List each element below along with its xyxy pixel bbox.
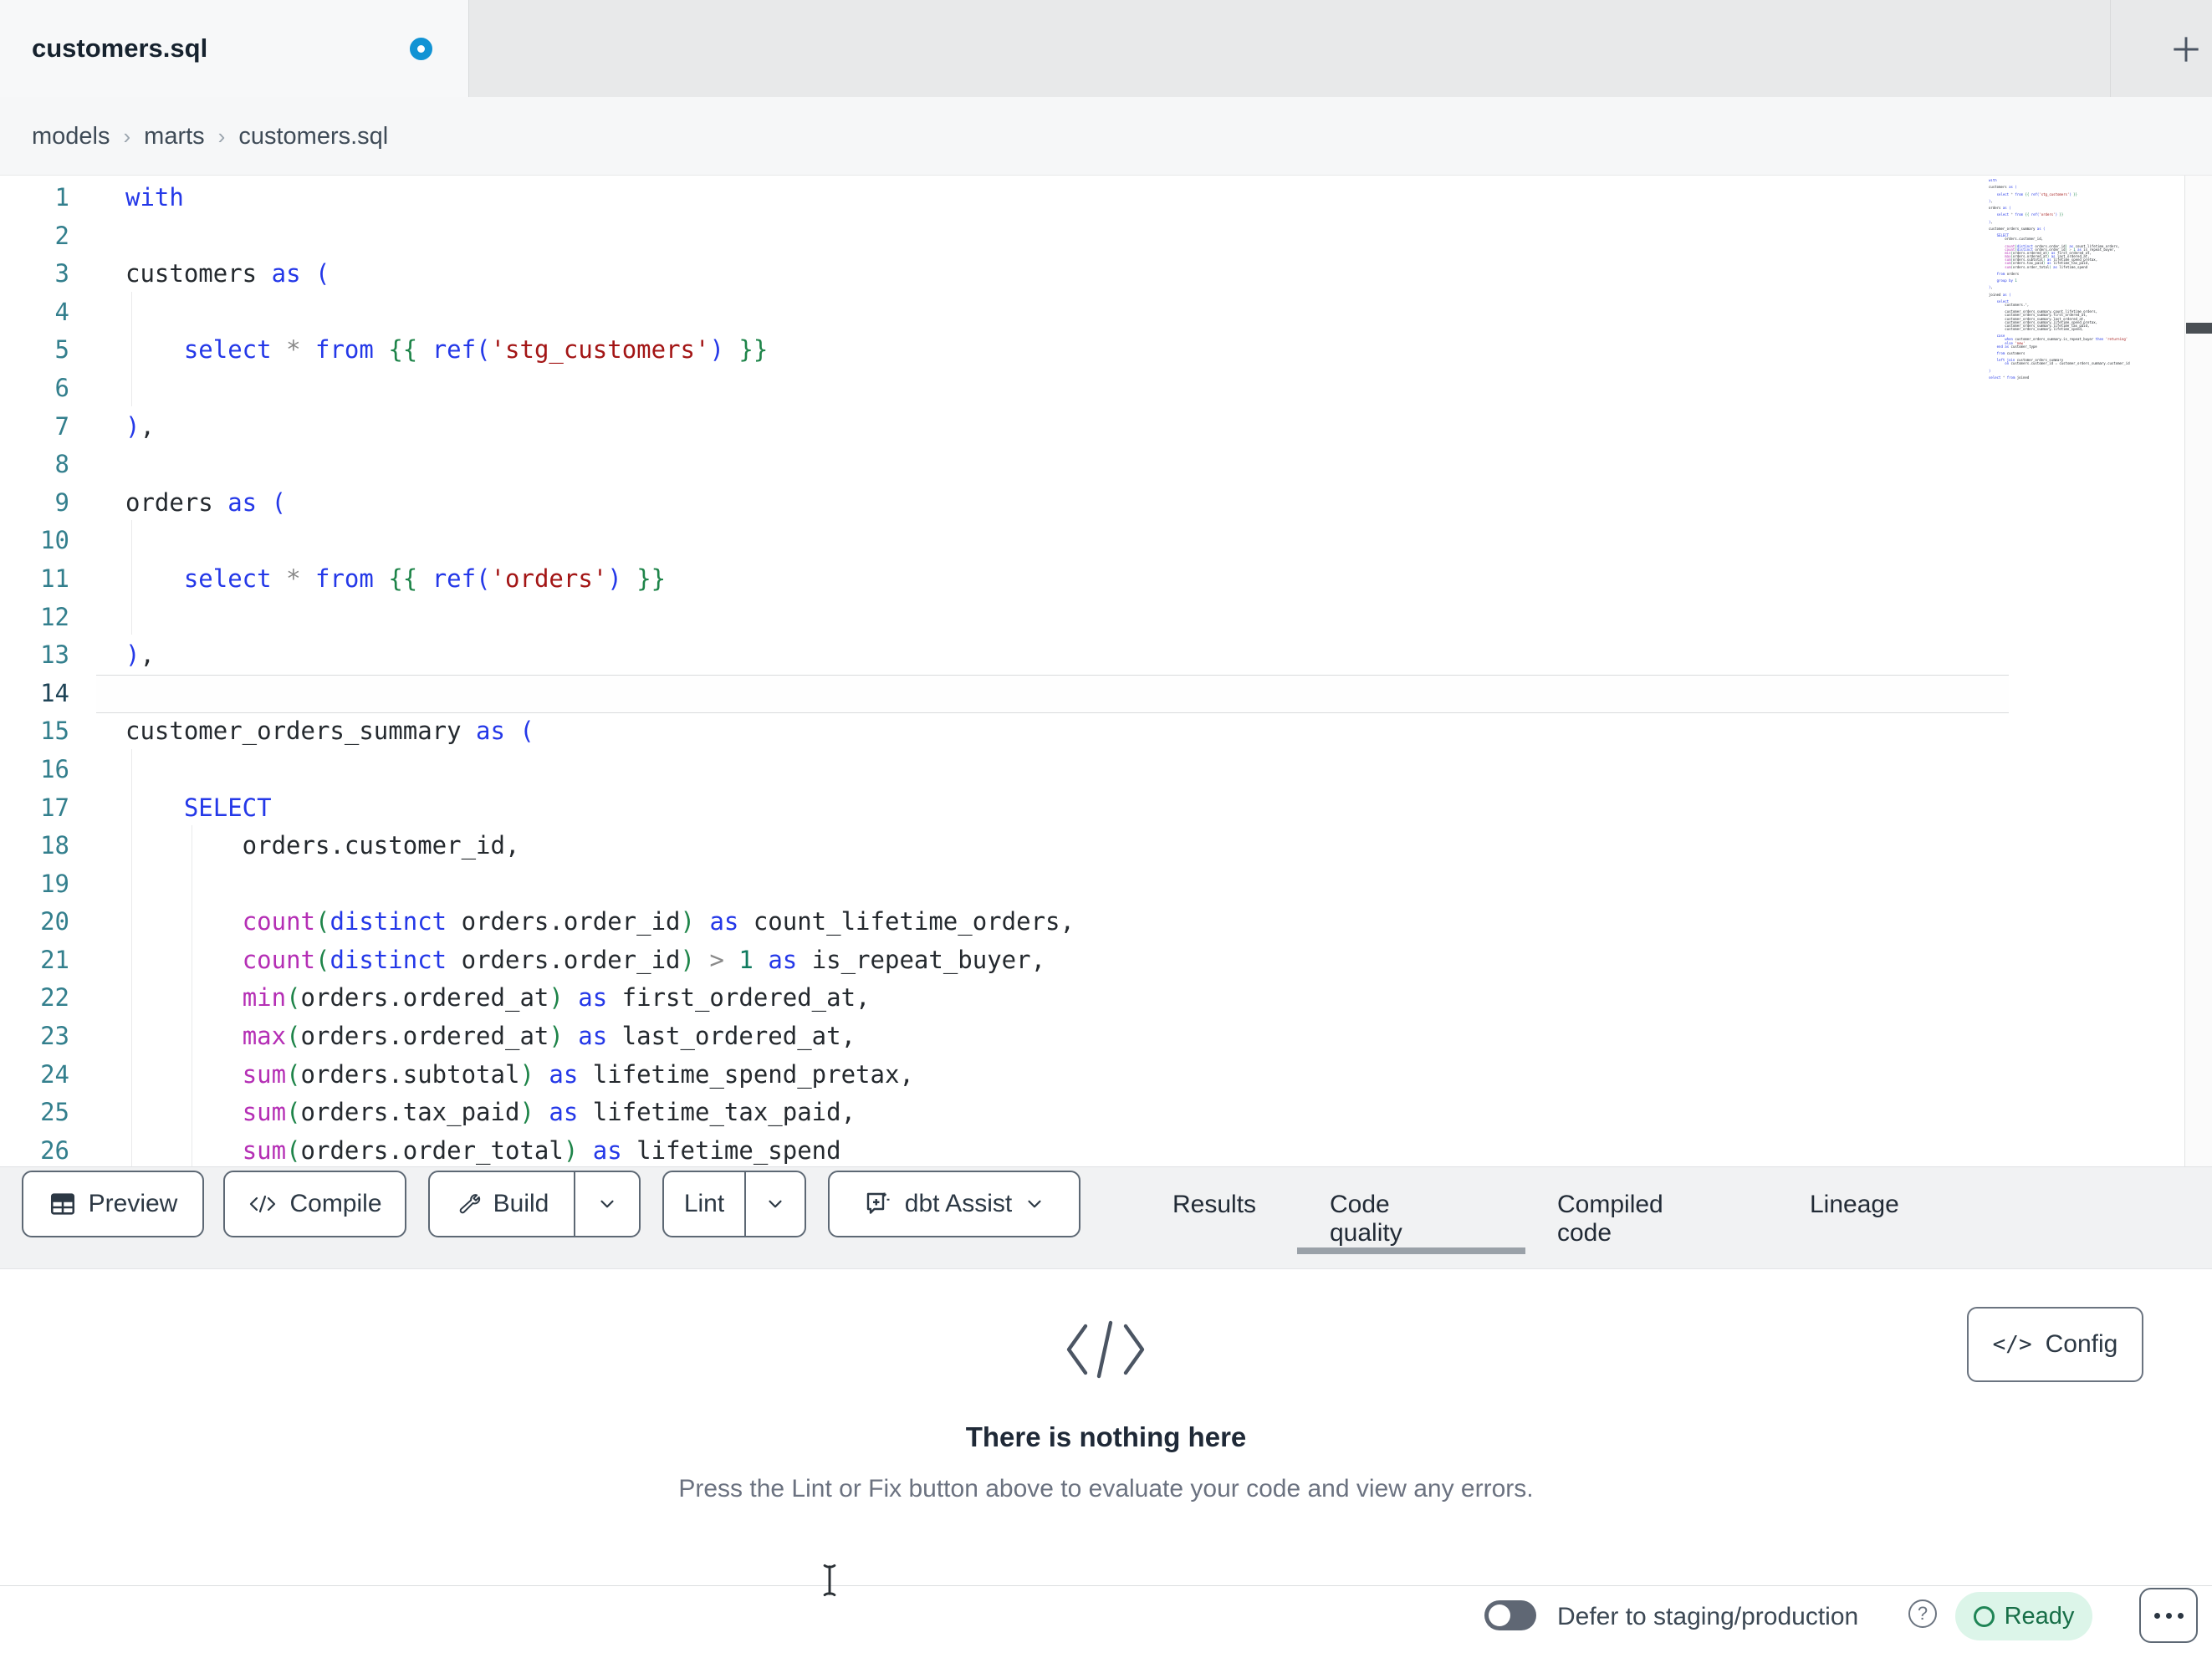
- code-editor[interactable]: 1 2 3 4 5 6 7 8 9 10 11 12 13 14 15 16 17 18 19 20 21 22 23 24 2…: [0, 176, 2212, 1166]
- code-line: with: [125, 183, 184, 212]
- breadcrumb-item-file: customers.sql: [238, 122, 389, 150]
- code-line: min(orders.ordered_at) as first_ordered_…: [242, 983, 871, 1013]
- compile-button[interactable]: Compile: [223, 1171, 406, 1237]
- code-line: count(distinct orders.order_id) > 1 as i…: [242, 945, 1046, 974]
- chevron-down-icon: [600, 1200, 614, 1208]
- code-line: orders as (: [125, 487, 287, 517]
- text-cursor-pointer: [813, 1562, 846, 1603]
- build-label: Build: [493, 1190, 549, 1217]
- tab-lineage[interactable]: Lineage: [1810, 1191, 1899, 1219]
- code-line: customer_orders_summary as (: [125, 717, 534, 746]
- editor-scrollbar[interactable]: [2184, 176, 2212, 1166]
- tab-bar: customers.sql: [0, 0, 2212, 97]
- code-line: sum(orders.subtotal) as lifetime_spend_p…: [242, 1059, 914, 1089]
- active-tab-underline: [1297, 1247, 1525, 1254]
- defer-toggle[interactable]: [1484, 1600, 1536, 1630]
- gutter: 1 2 3 4 5 6 7 8 9 10 11 12 13 14 15 16 17 18 19 20 21 22 23 24 2…: [40, 183, 69, 1165]
- help-glyph: ?: [1917, 1603, 1928, 1624]
- tab-customers-sql[interactable]: customers.sql: [0, 0, 469, 97]
- code-icon: [250, 1195, 276, 1213]
- code-line: sum(orders.order_total) as lifetime_spen…: [242, 1135, 841, 1165]
- code-icon: </>: [1992, 1332, 2032, 1357]
- code-line: select * from {{ ref('orders') }}: [183, 564, 667, 593]
- code-lines: with customers as ( select * from {{ ref(…: [125, 179, 1075, 1166]
- config-label: Config: [2045, 1330, 2118, 1358]
- lint-dropdown-button[interactable]: [746, 1193, 805, 1215]
- code-line: count(distinct orders.order_id) as count…: [242, 907, 1075, 936]
- build-button[interactable]: Build: [430, 1190, 574, 1218]
- tab-code-quality[interactable]: Code quality: [1330, 1191, 1402, 1247]
- new-tab-button[interactable]: [2160, 23, 2212, 75]
- tab-results[interactable]: Results: [1172, 1191, 1256, 1219]
- code-line: sum(orders.tax_paid) as lifetime_tax_pai…: [242, 1098, 856, 1127]
- status-bar: Defer to staging/production ? Ready: [0, 1585, 2212, 1653]
- chevron-down-icon: [1028, 1200, 1041, 1208]
- breadcrumb-separator: ›: [217, 123, 226, 149]
- help-icon[interactable]: ?: [1908, 1599, 1937, 1628]
- status-circle-icon: [1973, 1605, 1995, 1627]
- build-dropdown-button[interactable]: [575, 1193, 639, 1215]
- scrollbar-thumb[interactable]: [2186, 323, 2212, 334]
- breadcrumb-separator: ›: [123, 123, 131, 149]
- ellipsis-icon: [2153, 1612, 2160, 1619]
- code-line: select * from {{ ref('stg_customers') }}: [183, 335, 769, 365]
- minimap[interactable]: with customers as ( select * from {{ ref(…: [1989, 179, 2178, 384]
- more-options-button[interactable]: [2139, 1588, 2198, 1643]
- table-icon: [50, 1193, 74, 1215]
- compile-label: Compile: [289, 1190, 382, 1217]
- code-line: ),: [125, 411, 155, 441]
- breadcrumb-item-marts: marts: [144, 122, 205, 150]
- lint-label: Lint: [683, 1190, 725, 1217]
- preview-label: Preview: [88, 1190, 178, 1217]
- plus-icon: [2174, 37, 2199, 62]
- code-quality-panel: </> Config There is nothing here Press t…: [0, 1269, 2212, 1585]
- code-line: ),: [125, 640, 155, 670]
- assist-label: dbt Assist: [904, 1190, 1013, 1217]
- preview-button[interactable]: Preview: [22, 1171, 204, 1237]
- lint-split-button: Lint: [662, 1171, 806, 1237]
- code-line: orders.customer_id,: [125, 831, 520, 860]
- chevron-down-icon: [769, 1200, 782, 1208]
- code-line: max(orders.ordered_at) as last_ordered_a…: [242, 1022, 856, 1051]
- breadcrumb-bar: models › marts › customers.sql Save: [0, 97, 2212, 267]
- config-button[interactable]: </> Config: [1967, 1307, 2143, 1382]
- assist-sparkle-chat-icon: [866, 1192, 890, 1214]
- build-split-button: Build: [428, 1171, 641, 1237]
- code-line: customers as (: [125, 259, 330, 288]
- wrench-icon: [459, 1194, 480, 1214]
- toggle-knob: [1489, 1605, 1510, 1626]
- dbt-assist-button[interactable]: dbt Assist: [828, 1171, 1080, 1237]
- breadcrumb: models › marts › customers.sql: [32, 97, 388, 176]
- minimap-content: with customers as ( select * from {{ ref(…: [1989, 179, 2130, 380]
- tabbar-divider: [2110, 0, 2111, 97]
- ready-status-badge: Ready: [1955, 1592, 2092, 1640]
- empty-state-title: There is nothing here: [965, 1421, 1247, 1452]
- unsaved-changes-dot-icon: [410, 38, 432, 60]
- tab-title: customers.sql: [32, 33, 208, 63]
- code-line: SELECT: [183, 793, 272, 822]
- ready-label: Ready: [2004, 1602, 2075, 1630]
- lint-button[interactable]: Lint: [664, 1190, 744, 1218]
- results-toolbar: Preview Compile Build Lint dbt Assist Re…: [0, 1166, 2212, 1269]
- breadcrumb-item-models: models: [32, 122, 110, 150]
- tab-compiled-code[interactable]: Compiled code: [1557, 1191, 1663, 1247]
- empty-state-subtitle: Press the Lint or Fix button above to ev…: [678, 1475, 1534, 1502]
- dbt-ide-window: customers.sql models › marts › customers…: [0, 0, 2212, 1653]
- empty-state-code-icon: [1064, 1319, 1147, 1384]
- defer-label: Defer to staging/production: [1557, 1603, 1859, 1630]
